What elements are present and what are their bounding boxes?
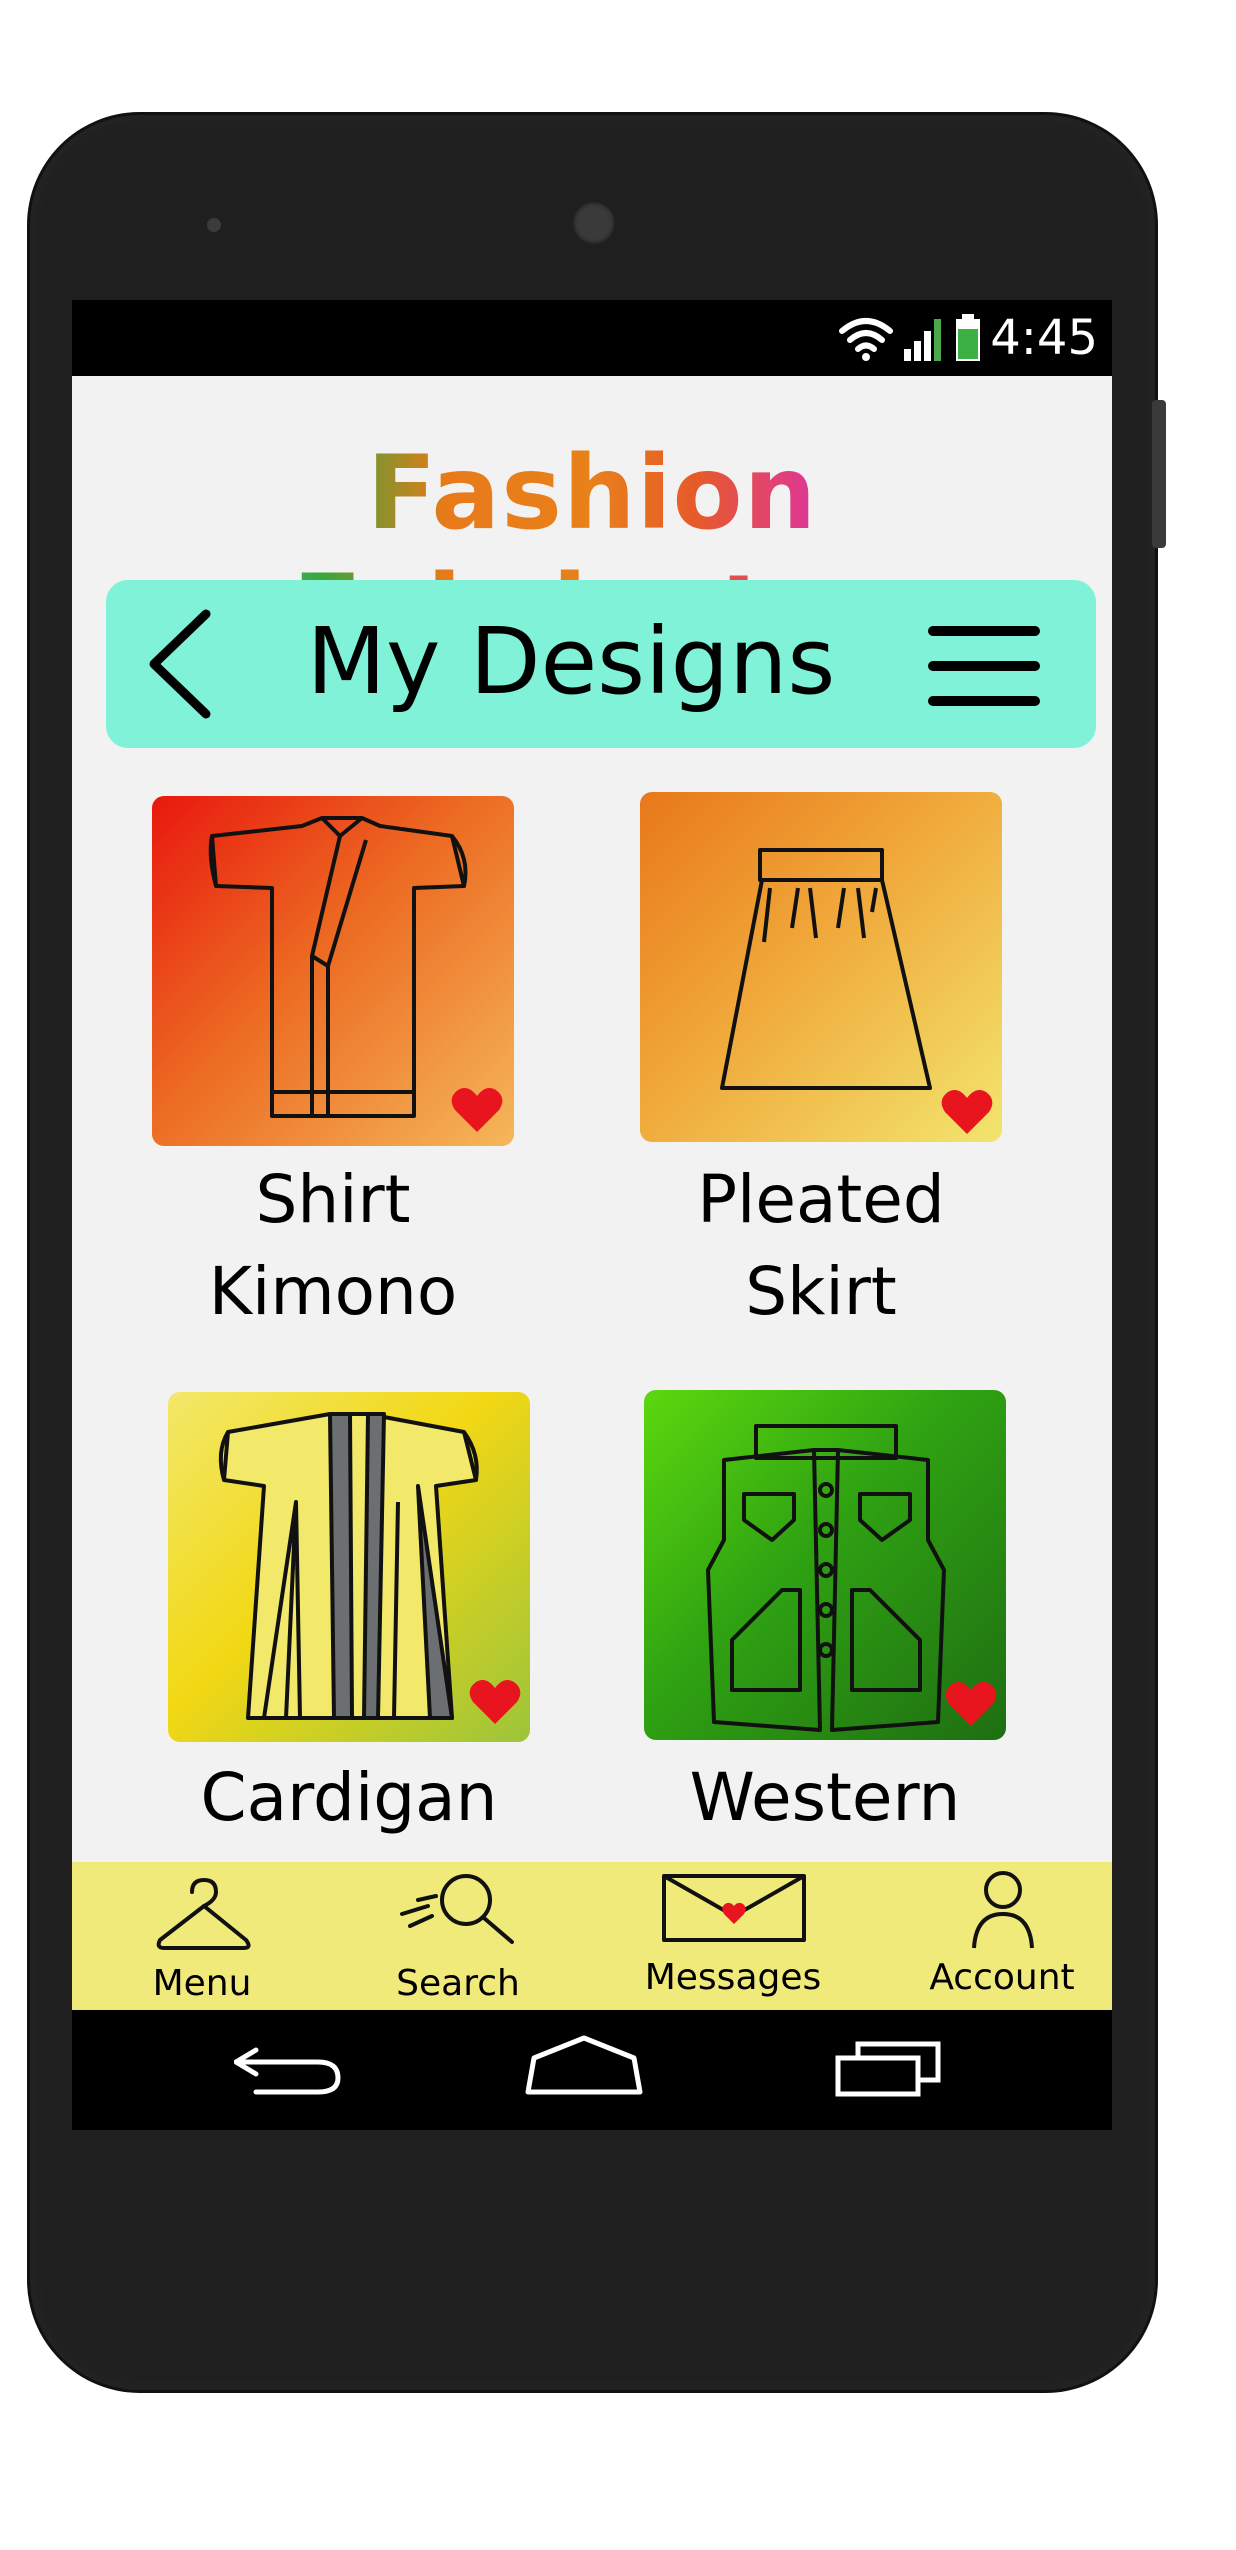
design-thumbnail — [640, 792, 1002, 1142]
design-card-western[interactable]: Western — [644, 1390, 1006, 1854]
magnifier-icon — [400, 1874, 514, 1944]
menu-button[interactable] — [924, 622, 1044, 710]
home-icon[interactable] — [524, 2028, 644, 2108]
battery-icon — [956, 314, 981, 361]
phone-side-button — [1152, 400, 1166, 548]
design-thumbnail — [152, 796, 514, 1146]
design-name-line1: Cardigan — [200, 1759, 498, 1836]
bottom-nav-label: Account — [929, 1957, 1075, 1998]
phone-sensor — [207, 218, 221, 232]
favorite-heart-icon[interactable] — [940, 1088, 994, 1136]
design-name-line2: Skirt — [745, 1253, 897, 1330]
design-thumbnail — [644, 1390, 1006, 1740]
signal-icon — [904, 319, 942, 361]
status-bar: 4:45 — [72, 300, 1112, 376]
bottom-nav-label: Menu — [152, 1963, 252, 2004]
favorite-heart-icon[interactable] — [450, 1086, 504, 1134]
design-name-line2: Kimono — [208, 1253, 458, 1330]
bottom-nav-account[interactable]: Account — [902, 1862, 1102, 2010]
page-title: My Designs — [306, 608, 836, 715]
design-thumbnail — [168, 1392, 530, 1742]
system-nav-bar — [72, 2010, 1112, 2130]
back-arrow-icon[interactable] — [234, 2028, 344, 2108]
hanger-icon — [156, 1878, 251, 1950]
status-time: 4:45 — [990, 310, 1098, 366]
design-card-pleated-skirt[interactable]: Pleated Skirt — [640, 792, 1002, 1330]
back-button[interactable] — [140, 608, 220, 720]
envelope-heart-icon — [662, 1874, 806, 1942]
hamburger-menu-icon — [928, 626, 1040, 706]
bottom-nav-label: Search — [396, 1963, 520, 2004]
favorite-heart-icon[interactable] — [468, 1678, 522, 1726]
recent-apps-icon[interactable] — [834, 2028, 944, 2108]
person-icon — [972, 1871, 1034, 1949]
bottom-nav-search[interactable]: Search — [358, 1862, 558, 2010]
design-name-line1: Pleated — [697, 1161, 945, 1238]
wifi-icon — [839, 318, 894, 361]
favorite-heart-icon[interactable] — [944, 1680, 998, 1728]
bottom-nav-messages[interactable]: Messages — [618, 1862, 848, 2010]
app-screen: Fashion Fabricator My Designs — [72, 376, 1112, 1862]
bottom-nav: Menu Search Messages Account — [72, 1862, 1112, 2010]
bottom-nav-menu[interactable]: Menu — [112, 1862, 292, 2010]
design-card-shirt-kimono[interactable]: Shirt Kimono — [152, 796, 514, 1330]
design-name-line1: Shirt — [255, 1161, 411, 1238]
phone-camera — [572, 201, 616, 245]
design-name-line1: Western — [689, 1759, 961, 1836]
chevron-left-icon — [149, 609, 211, 719]
design-card-cardigan[interactable]: Cardigan — [168, 1392, 530, 1854]
top-navbar: My Designs — [106, 580, 1096, 748]
bottom-nav-label: Messages — [644, 1957, 822, 1998]
